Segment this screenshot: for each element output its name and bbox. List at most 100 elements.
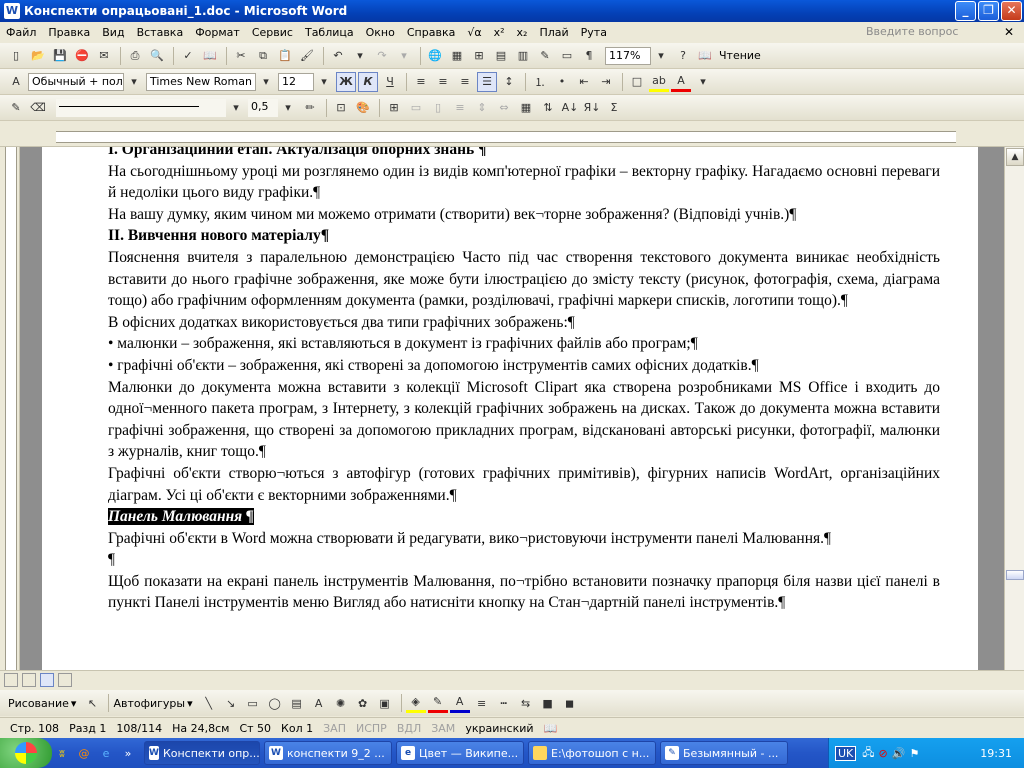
- subscript-button[interactable]: x₂: [511, 26, 534, 39]
- save-icon[interactable]: 💾: [50, 46, 70, 66]
- permission-icon[interactable]: ⛔: [72, 46, 92, 66]
- menu-play[interactable]: Плай: [533, 26, 574, 39]
- bullets-icon[interactable]: •: [552, 72, 572, 92]
- wordart-icon[interactable]: A: [309, 693, 329, 713]
- highlight-icon[interactable]: ab: [649, 72, 669, 92]
- email-icon[interactable]: ✉: [94, 46, 114, 66]
- scroll-thumb[interactable]: [1006, 570, 1024, 580]
- line-weight-dropdown-icon[interactable]: ▾: [278, 98, 298, 118]
- menu-window[interactable]: Окно: [360, 26, 401, 39]
- style-select[interactable]: Обычный + пол: [28, 72, 124, 91]
- font-dropdown-icon[interactable]: ▾: [256, 72, 276, 92]
- justify-icon[interactable]: ☰: [477, 71, 497, 92]
- paragraph[interactable]: Пояснення вчителя з паралельною демонстр…: [108, 247, 940, 312]
- show-hide-icon[interactable]: ¶: [579, 46, 599, 66]
- task-paint-untitled[interactable]: ✎ Безымянный - ...: [660, 741, 788, 765]
- autosum-icon[interactable]: Σ: [604, 98, 624, 118]
- outside-border-icon[interactable]: ⊡: [331, 98, 351, 118]
- draw-dropdown-icon[interactable]: ▾: [71, 697, 77, 710]
- line-style-dropdown-icon[interactable]: ▾: [226, 98, 246, 118]
- insert-excel-icon[interactable]: ▤: [491, 46, 511, 66]
- tables-borders-icon[interactable]: ▦: [447, 46, 467, 66]
- menu-insert[interactable]: Вставка: [131, 26, 190, 39]
- autoshapes-button[interactable]: Автофигуры: [113, 697, 185, 710]
- styles-pane-icon[interactable]: A: [6, 72, 26, 92]
- web-view-icon[interactable]: [22, 673, 36, 687]
- paste-icon[interactable]: 📋: [275, 46, 295, 66]
- size-dropdown-icon[interactable]: ▾: [314, 72, 334, 92]
- paragraph[interactable]: Щоб показати на екрані панель інструмент…: [108, 571, 940, 614]
- picture-icon[interactable]: ▣: [375, 693, 395, 713]
- quicklaunch-icon-1[interactable]: ʬ: [52, 743, 72, 763]
- spelling-icon[interactable]: ✓: [178, 46, 198, 66]
- numbering-icon[interactable]: ⒈: [530, 72, 550, 92]
- arrow-style-icon[interactable]: ⇆: [516, 693, 536, 713]
- reading-icon[interactable]: 📖: [695, 46, 715, 66]
- paragraph[interactable]: На вашу думку, яким чином ми можемо отри…: [108, 204, 940, 226]
- draw-menu-button[interactable]: Рисование: [8, 697, 69, 710]
- italic-button[interactable]: К: [358, 71, 378, 92]
- bold-button[interactable]: Ж: [336, 71, 356, 92]
- line-icon[interactable]: ╲: [199, 693, 219, 713]
- style-dropdown-icon[interactable]: ▾: [124, 72, 144, 92]
- selected-heading[interactable]: Панель Малювання ¶: [108, 508, 254, 526]
- paragraph[interactable]: • графічні об'єкти – зображення, які ств…: [108, 355, 940, 377]
- text-direction-icon[interactable]: ⇅: [538, 98, 558, 118]
- menu-edit[interactable]: Правка: [42, 26, 96, 39]
- ie-icon[interactable]: e: [96, 743, 116, 763]
- font-color-icon[interactable]: A: [671, 72, 691, 92]
- minimize-button[interactable]: _: [955, 1, 976, 21]
- decrease-indent-icon[interactable]: ⇤: [574, 72, 594, 92]
- align-left-icon[interactable]: ≡: [411, 72, 431, 92]
- merge-cells-icon[interactable]: ▭: [406, 98, 426, 118]
- 3d-icon[interactable]: ◼: [560, 693, 580, 713]
- align-right-icon[interactable]: ≡: [455, 72, 475, 92]
- print-preview-icon[interactable]: 🔍: [147, 46, 167, 66]
- close-button[interactable]: ✕: [1001, 1, 1022, 21]
- paragraph[interactable]: I. Організаційний етап. Актуалізація опо…: [108, 147, 940, 161]
- draw-table-icon[interactable]: ✎: [6, 98, 26, 118]
- print-layout-icon[interactable]: [40, 673, 54, 687]
- line-style-select[interactable]: [56, 98, 226, 117]
- word-app-icon[interactable]: W: [4, 3, 20, 19]
- tray-icon-flag[interactable]: ⚑: [909, 747, 919, 760]
- text-box-icon[interactable]: ▤: [287, 693, 307, 713]
- hyperlink-icon[interactable]: 🌐: [425, 46, 445, 66]
- fill-color-icon[interactable]: ◈: [405, 693, 426, 713]
- scroll-up-icon[interactable]: ▲: [1006, 148, 1024, 166]
- vertical-scrollbar[interactable]: ▲: [1004, 147, 1024, 670]
- distribute-rows-icon[interactable]: ⇕: [472, 98, 492, 118]
- outline-view-icon[interactable]: [58, 673, 72, 687]
- shadow-icon[interactable]: ■: [538, 693, 558, 713]
- paragraph[interactable]: Графічні об'єкти створю¬ються з автофігу…: [108, 463, 940, 506]
- split-cells-icon[interactable]: ▯: [428, 98, 448, 118]
- line-weight-select[interactable]: 0,5: [248, 98, 278, 117]
- redo-dropdown-icon[interactable]: ▾: [394, 46, 414, 66]
- paragraph[interactable]: В офісних додатках використовується два …: [108, 312, 940, 334]
- select-objects-icon[interactable]: ↖: [82, 693, 102, 713]
- task-konspekty-9[interactable]: Wконспекти 9_2 ...: [264, 741, 392, 765]
- quicklaunch-arrow-icon[interactable]: »: [118, 743, 138, 763]
- shading-color-icon[interactable]: 🎨: [353, 98, 373, 118]
- paragraph[interactable]: II. Вивчення нового матеріалу¶: [108, 225, 940, 247]
- align-cell-icon[interactable]: ≡: [450, 98, 470, 118]
- status-record[interactable]: ЗАП: [323, 722, 346, 735]
- paragraph[interactable]: Панель Малювання ¶: [108, 506, 940, 528]
- diagram-icon[interactable]: ✺: [331, 693, 351, 713]
- tray-icon-network[interactable]: 🖧: [862, 744, 874, 763]
- undo-dropdown-icon[interactable]: ▾: [350, 46, 370, 66]
- spelling-status-icon[interactable]: 📖: [544, 722, 558, 735]
- underline-button[interactable]: Ч: [380, 72, 400, 92]
- horizontal-ruler[interactable]: [0, 127, 1024, 147]
- copy-icon[interactable]: ⧉: [253, 46, 273, 66]
- paragraph[interactable]: На сьогоднішньому уроці ми розглянемо од…: [108, 161, 940, 204]
- reading-layout-button[interactable]: Чтение: [719, 49, 761, 62]
- ask-question-input[interactable]: Введите вопрос: [866, 25, 986, 41]
- paragraph[interactable]: Малюнки до документа можна вставити з ко…: [108, 377, 940, 463]
- font-color-dropdown-icon[interactable]: ▾: [693, 72, 713, 92]
- paragraph[interactable]: ¶: [108, 549, 940, 571]
- task-browser-wiki[interactable]: e Цвет — Википе...: [396, 741, 524, 765]
- paragraph[interactable]: • малюнки – зображення, які вставляються…: [108, 333, 940, 355]
- print-icon[interactable]: ⎙: [125, 46, 145, 66]
- undo-icon[interactable]: ↶: [328, 46, 348, 66]
